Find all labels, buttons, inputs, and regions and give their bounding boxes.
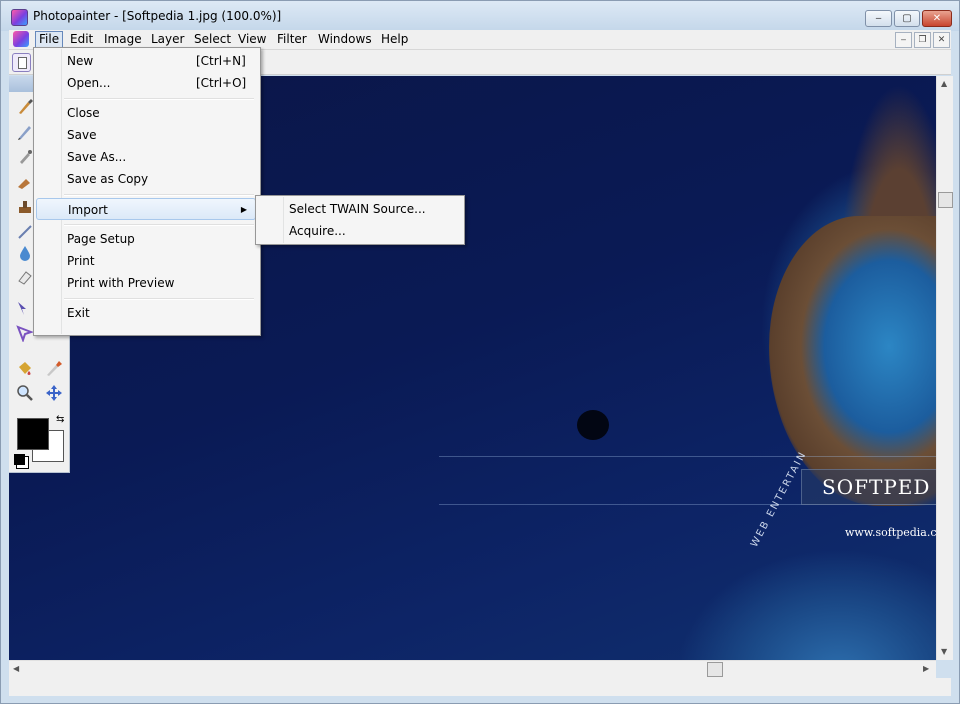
softpedia-url: www.softpedia.com [845, 526, 936, 539]
menu-item-save-as-copy[interactable]: Save as Copy [36, 168, 256, 190]
menu-separator [64, 224, 254, 226]
pencil-icon[interactable] [16, 123, 34, 141]
menu-edit[interactable]: Edit [67, 31, 96, 48]
submenu-arrow-icon: ▶ [240, 205, 247, 214]
menu-item-acquire[interactable]: Acquire... [258, 220, 460, 242]
new-document-icon[interactable] [12, 53, 31, 72]
menu-item-label: New [67, 54, 94, 68]
reset-colors-icon[interactable] [14, 454, 25, 465]
softpedia-watermark: SOFTPED [801, 469, 936, 505]
menu-select[interactable]: Select [191, 31, 234, 48]
stamp-icon[interactable] [16, 198, 34, 216]
menu-separator [64, 194, 254, 196]
menu-item-close[interactable]: Close [36, 102, 256, 124]
menu-item-label: Save as Copy [67, 172, 149, 186]
menu-image[interactable]: Image [101, 31, 145, 48]
polygon-select-icon[interactable] [16, 324, 34, 342]
menu-item-label: Select TWAIN Source... [289, 202, 426, 216]
eraser-icon[interactable] [16, 268, 34, 286]
menu-item-save[interactable]: Save [36, 124, 256, 146]
minimize-button[interactable]: ‒ [865, 10, 892, 27]
menu-item-label: Save As... [67, 150, 127, 164]
menu-item-exit[interactable]: Exit [36, 302, 256, 324]
move-icon[interactable] [45, 384, 63, 402]
menu-item-label: Import [68, 203, 108, 217]
menu-view[interactable]: View [235, 31, 269, 48]
menu-item-label: Save [67, 128, 97, 142]
paintbrush-icon[interactable] [16, 98, 34, 116]
swap-colors-icon[interactable]: ⇆ [56, 414, 64, 425]
menu-filter[interactable]: Filter [274, 31, 310, 48]
menu-item-label: Exit [67, 306, 90, 320]
line-icon[interactable] [16, 223, 34, 241]
scroll-down-arrow-icon[interactable]: ▼ [941, 647, 947, 657]
zoom-icon[interactable] [16, 384, 34, 402]
horizontal-scrollbar[interactable]: ◀ ▶ [9, 660, 936, 678]
file-menu-dropdown: New [Ctrl+N] Open... [Ctrl+O] Close Save… [33, 47, 261, 336]
menu-help[interactable]: Help [378, 31, 411, 48]
menu-item-print[interactable]: Print [36, 250, 256, 272]
menu-item-print-with-preview[interactable]: Print with Preview [36, 272, 256, 294]
vertical-scroll-thumb[interactable] [938, 192, 953, 208]
scroll-right-arrow-icon[interactable]: ▶ [923, 664, 929, 674]
document-close-button[interactable]: ✕ [933, 32, 950, 48]
lasso-select-icon[interactable] [16, 300, 34, 318]
vertical-scrollbar[interactable]: ▲ ▼ [936, 76, 953, 660]
photopainter-app-icon[interactable] [11, 9, 28, 26]
dark-spot [577, 410, 609, 440]
menu-separator [64, 98, 254, 100]
close-button[interactable]: ✕ [922, 10, 952, 27]
color-picker-icon[interactable] [45, 359, 63, 377]
watermark-line [439, 456, 936, 457]
menu-separator [64, 298, 254, 300]
menu-item-new[interactable]: New [Ctrl+N] [36, 50, 256, 72]
title-bar[interactable]: Photopainter - [Softpedia 1.jpg (100.0%)… [1, 1, 959, 31]
smudge-icon[interactable] [16, 173, 34, 191]
menu-windows[interactable]: Windows [315, 31, 375, 48]
horizontal-scroll-thumb[interactable] [707, 662, 723, 677]
blur-drop-icon[interactable] [16, 244, 34, 262]
menu-item-select-twain-source[interactable]: Select TWAIN Source... [258, 198, 460, 220]
document-system-menu-icon[interactable] [13, 31, 29, 47]
menu-item-label: Print [67, 254, 95, 268]
menu-item-label: Acquire... [289, 224, 346, 238]
window-title: Photopainter - [Softpedia 1.jpg (100.0%)… [33, 9, 282, 23]
airbrush-icon[interactable] [16, 148, 34, 166]
menu-item-save-as[interactable]: Save As... [36, 146, 256, 168]
menu-item-shortcut: [Ctrl+N] [196, 54, 246, 68]
scroll-left-arrow-icon[interactable]: ◀ [13, 664, 19, 674]
menu-item-open[interactable]: Open... [Ctrl+O] [36, 72, 256, 94]
status-bar [9, 678, 951, 696]
menu-item-page-setup[interactable]: Page Setup [36, 228, 256, 250]
menu-item-label: Page Setup [67, 232, 135, 246]
maximize-button[interactable]: ▢ [894, 10, 920, 27]
menu-item-label: Open... [67, 76, 111, 90]
document-restore-button[interactable]: ❐ [914, 32, 931, 48]
menu-item-shortcut: [Ctrl+O] [196, 76, 247, 90]
menu-layer[interactable]: Layer [148, 31, 187, 48]
foreground-color-swatch[interactable] [17, 418, 49, 450]
scroll-up-arrow-icon[interactable]: ▲ [941, 79, 947, 89]
paint-bucket-icon[interactable] [16, 359, 34, 377]
menu-item-label: Close [67, 106, 100, 120]
color-swatches: ⇆ [14, 414, 66, 466]
import-submenu: Select TWAIN Source... Acquire... [255, 195, 465, 245]
document-minimize-button[interactable]: ‒ [895, 32, 912, 48]
menu-item-import[interactable]: Import ▶ [36, 198, 256, 220]
menu-item-label: Print with Preview [67, 276, 175, 290]
